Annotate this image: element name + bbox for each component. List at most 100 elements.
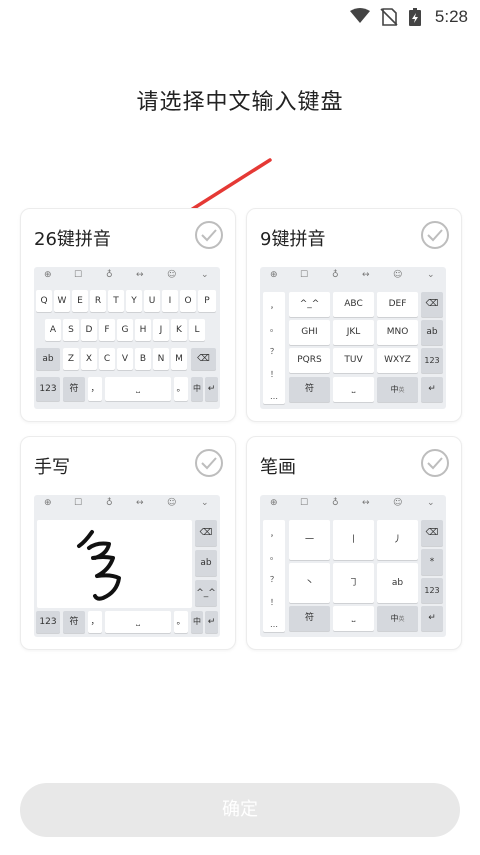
- clipboard-icon: ☐: [74, 270, 83, 280]
- symbols-key: 符: [63, 611, 85, 633]
- enter-icon: ↵: [205, 377, 218, 401]
- enter-icon: ↵: [421, 606, 443, 631]
- smiley-icon: ☺: [393, 270, 403, 280]
- cursor-move-icon: ↔: [136, 498, 144, 508]
- shift-key: ab: [195, 550, 217, 576]
- red-arrow-icon: [152, 158, 272, 234]
- punctuation-column: ， 。 ？ ！ …: [263, 292, 285, 404]
- microphone-icon: ♁: [332, 498, 339, 508]
- key: E: [72, 290, 88, 312]
- key: 丨: [333, 520, 374, 560]
- cursor-move-icon: ↔: [362, 270, 370, 280]
- key: R: [90, 290, 106, 312]
- key: JKL: [333, 320, 374, 345]
- key: H: [135, 319, 151, 341]
- check-circle-icon[interactable]: [421, 449, 449, 477]
- option-card-stroke[interactable]: 笔画 ⊕ ☐ ♁ ↔ ☺ ⌄ ， 。 ？ ！ … 一 丨 丿 丶 ㇆ ab ⌫ …: [246, 436, 462, 650]
- key: ab: [377, 563, 418, 603]
- period-key: 。: [174, 611, 188, 633]
- chevron-down-icon: ⌄: [201, 498, 209, 508]
- space-bar-icon: ⎵: [333, 606, 374, 631]
- space-bar-icon: ⎵: [333, 377, 374, 402]
- key: 丶: [289, 563, 330, 603]
- key: S: [63, 319, 79, 341]
- backspace-icon: ⌫: [195, 520, 217, 546]
- symbols-key: 符: [63, 377, 85, 401]
- shift-key: ab: [421, 320, 443, 345]
- keyboard-toolbar: ⊕ ☐ ♁ ↔ ☺ ⌄: [260, 267, 446, 287]
- handwriting-canvas: [37, 520, 192, 608]
- key: K: [171, 319, 187, 341]
- comma-key: ，: [88, 377, 102, 401]
- battery-charging-icon: [409, 8, 421, 26]
- check-circle-icon[interactable]: [195, 221, 223, 249]
- key: O: [180, 290, 196, 312]
- key: ㇆: [333, 563, 374, 603]
- clipboard-icon: ☐: [300, 270, 309, 280]
- option-card-9key-pinyin[interactable]: 9键拼音 ⊕ ☐ ♁ ↔ ☺ ⌄ ， 。 ？ ！ … ^_^ ABC DEF G…: [246, 208, 462, 422]
- key: L: [189, 319, 205, 341]
- keyboard-preview-stroke: ⊕ ☐ ♁ ↔ ☺ ⌄ ， 。 ？ ！ … 一 丨 丿 丶 ㇆ ab ⌫ * 1…: [260, 495, 446, 637]
- chevron-down-icon: ⌄: [427, 270, 435, 280]
- symbols-key: 符: [289, 606, 330, 631]
- key: U: [144, 290, 160, 312]
- emoji-face-icon: ⊕: [270, 270, 278, 280]
- period-key: 。: [174, 377, 188, 401]
- key: N: [153, 348, 169, 370]
- smiley-icon: ☺: [167, 498, 177, 508]
- status-bar: 5:28: [0, 0, 480, 34]
- key: W: [54, 290, 70, 312]
- smiley-icon: ☺: [393, 498, 403, 508]
- key: ^_^: [289, 292, 330, 317]
- symbols-key: 符: [289, 377, 330, 402]
- emoji-face-icon: ⊕: [44, 498, 52, 508]
- microphone-icon: ♁: [106, 270, 113, 280]
- numbers-key: 123: [36, 377, 60, 401]
- key: WXYZ: [377, 348, 418, 373]
- check-circle-icon[interactable]: [421, 221, 449, 249]
- key: X: [81, 348, 97, 370]
- chevron-down-icon: ⌄: [427, 498, 435, 508]
- key: ABC: [333, 292, 374, 317]
- key: PQRS: [289, 348, 330, 373]
- key: TUV: [333, 348, 374, 373]
- key: A: [45, 319, 61, 341]
- key: B: [135, 348, 151, 370]
- key: C: [99, 348, 115, 370]
- wifi-icon: [350, 8, 370, 23]
- comma-key: ，: [88, 611, 102, 633]
- emoticon-key: ^_^: [195, 580, 217, 606]
- clipboard-icon: ☐: [300, 498, 309, 508]
- space-bar-icon: ⎵: [105, 377, 171, 401]
- check-circle-icon[interactable]: [195, 449, 223, 477]
- no-sim-icon: [380, 8, 398, 26]
- numbers-key: 123: [421, 578, 443, 603]
- key: 丿: [377, 520, 418, 560]
- emoji-face-icon: ⊕: [270, 498, 278, 508]
- numbers-key: 123: [36, 611, 60, 633]
- language-key: 中英: [377, 377, 418, 402]
- keyboard-toolbar: ⊕ ☐ ♁ ↔ ☺ ⌄: [34, 267, 220, 287]
- option-card-26key-pinyin[interactable]: 26键拼音 ⊕ ☐ ♁ ↔ ☺ ⌄ Q W E R T Y U I O P A …: [20, 208, 236, 422]
- key: V: [117, 348, 133, 370]
- language-key: 中英: [377, 606, 418, 631]
- key: T: [108, 290, 124, 312]
- key: P: [198, 290, 216, 312]
- key: G: [117, 319, 133, 341]
- numbers-key: 123: [421, 348, 443, 373]
- key: I: [162, 290, 178, 312]
- shift-key: ab: [36, 348, 60, 370]
- confirm-button[interactable]: 确定: [20, 783, 460, 837]
- keyboard-toolbar: ⊕ ☐ ♁ ↔ ☺ ⌄: [260, 495, 446, 515]
- chevron-down-icon: ⌄: [201, 270, 209, 280]
- backspace-icon: ⌫: [191, 348, 216, 370]
- clipboard-icon: ☐: [74, 498, 83, 508]
- keyboard-preview-9key: ⊕ ☐ ♁ ↔ ☺ ⌄ ， 。 ？ ！ … ^_^ ABC DEF GHI JK…: [260, 267, 446, 409]
- microphone-icon: ♁: [332, 270, 339, 280]
- backspace-icon: ⌫: [421, 292, 443, 317]
- key: Y: [126, 290, 142, 312]
- handwriting-stroke-icon: [77, 530, 121, 601]
- backspace-icon: ⌫: [421, 520, 443, 546]
- page-title: 请选择中文输入键盘: [136, 90, 344, 115]
- option-card-handwriting[interactable]: 手写 ⊕ ☐ ♁ ↔ ☺ ⌄ ⌫ ab ^_^ 123 符 ， ⎵ 。 中英 ↵: [20, 436, 236, 650]
